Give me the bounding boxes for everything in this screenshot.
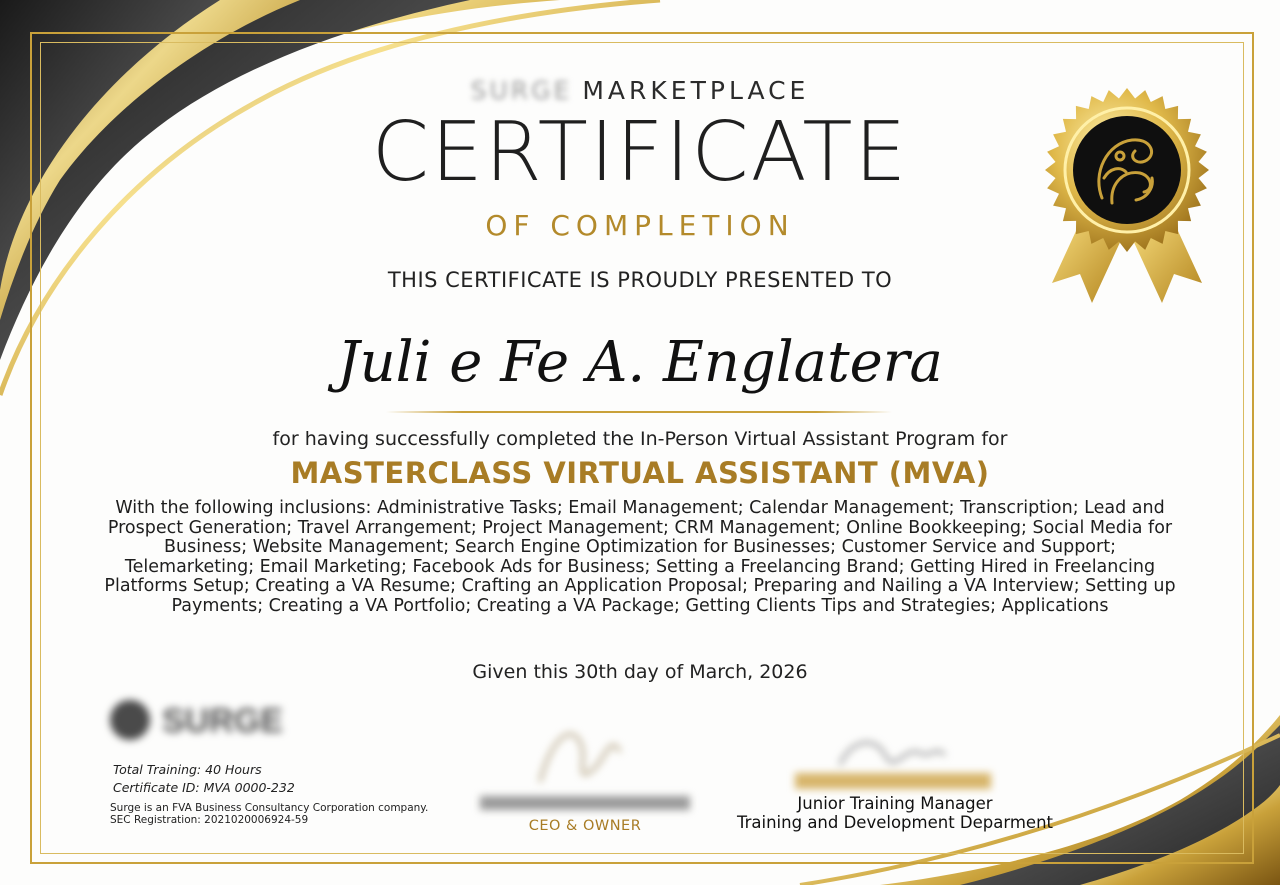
manager-department: Training and Development Deparment — [736, 813, 1054, 832]
sec-registration: SEC Registration: 2021020006924-59 — [110, 814, 309, 826]
certificate-id: Certificate ID: MVA 0000-232 — [113, 780, 295, 795]
company-note: Surge is an FVA Business Consultancy Cor… — [110, 802, 429, 814]
completion-text: for having successfully completed the In… — [272, 428, 1008, 450]
seal-center — [1073, 116, 1181, 224]
manager-signature — [795, 741, 991, 789]
brand-name: SURGE — [470, 76, 573, 105]
ceo-signature — [480, 732, 690, 810]
manager-role: Junior Training Manager — [797, 794, 993, 813]
given-date: Given this 30th day of March, 2026 — [472, 661, 808, 683]
total-training: Total Training: 40 Hours — [113, 762, 262, 777]
recipient-name: Juli e Fe A. Englatera — [337, 330, 943, 395]
surge-logo-text: SURGE — [162, 702, 283, 740]
surge-logo: SURGE — [110, 700, 283, 740]
gold-seal-badge — [1045, 88, 1209, 303]
program-name: MASTERCLASS VIRTUAL ASSISTANT (MVA) — [290, 456, 990, 490]
brand-marketplace: MARKETPLACE — [582, 76, 810, 105]
recipient-underline — [386, 411, 892, 413]
ceo-role: CEO & OWNER — [528, 818, 642, 834]
certificate-page: SURGE MARKETPLACE CERTIFICATE OF COMPLETI… — [0, 0, 1280, 885]
inclusions-text: With the following inclusions: Administr… — [104, 498, 1176, 616]
